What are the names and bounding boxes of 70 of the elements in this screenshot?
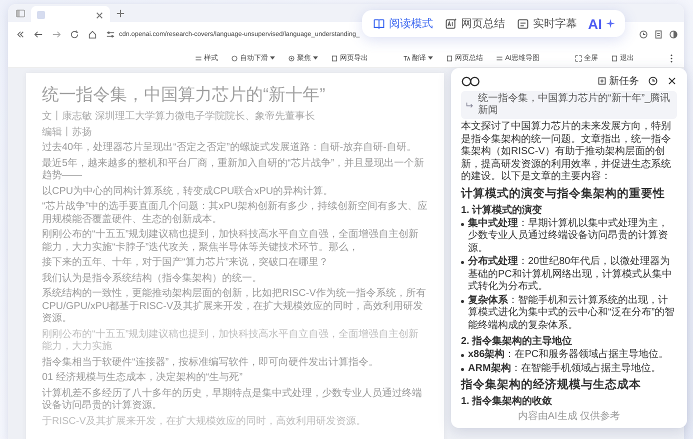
document-icon[interactable] [654, 30, 663, 38]
caret-icon [270, 56, 275, 60]
ai-document-icon [445, 18, 457, 30]
bullet-icon [461, 300, 464, 302]
bullet-icon [461, 222, 464, 226]
history-icon[interactable] [648, 76, 658, 86]
article-paragraph: 刚刚公布的“十五五”规划建议稿也提到，加快科技高水平自立自强，全面增强自主创新能力，大力实施“卡脖子”迭代攻关，聚焦半导体等关键技术环节。那么， [42, 229, 420, 254]
lines-icon [195, 54, 202, 62]
back-icon[interactable] [34, 30, 43, 38]
square-icon [610, 54, 618, 62]
summary-subheading: 2. 指令集架构的主导地位 [461, 334, 574, 348]
article-paragraph: 以CPU为中心的同构计算系统，转变成CPU联合xPU的异构计算。 [42, 186, 334, 198]
article-paragraph: 于RISC-V及其扩展来开发，在扩大规模效应的同时，高效利用研发资源。 [42, 416, 367, 428]
summary-bullet: 复杂体系：智能手机和云计算系统的出现，计算模式进化为集中式的云中心和“泛在分布”的智能终端构成的复杂体系。 [468, 294, 676, 332]
article-paragraph: 我们认为是指令系统结构（指令集架构）的统一。 [42, 272, 263, 285]
summary-heading: 指令集架构的经济规模与生态成本 [461, 377, 642, 392]
sparkle-icon [606, 19, 615, 28]
article-paragraph: 文丨康志敏 深圳理工大学算力微电子学院院长、象帝先董事长 [42, 111, 316, 124]
bullet-icon [461, 261, 464, 264]
caption-icon [517, 18, 529, 30]
return-arrow-icon [466, 101, 474, 109]
site-settings-icon[interactable] [106, 30, 115, 38]
summary-text: 本文探讨了中国算力芯片的未来发展方向，特别是指令集架构的统一问题。文章指出，统一指令集架构（如RISC-V）有助于推动架构层面的创新，提高研发资源的利用效率，并促进生态系统的建设。以下是文章的主要内容： [461, 121, 672, 184]
article-paragraph: 过去40年，处理器芯片呈现出“否定之否定”的螺旋式发展道路：自研-放弃自研-自研。 [42, 142, 418, 154]
caret-icon [428, 56, 434, 60]
square-icon [446, 54, 454, 62]
half-circle-icon[interactable] [669, 30, 678, 38]
bullet-icon [461, 354, 464, 357]
mode-tab[interactable]: AI [584, 14, 619, 34]
new-task-button[interactable]: 新任务 [598, 74, 639, 88]
summary-bullet: 集中式处理：早期计算机以集中式处理为主，少数专业人员通过终端设备访问昂贵的计算资源。 [468, 218, 669, 255]
caret-icon [313, 56, 318, 60]
article-paragraph: “芯片战争”中的选手要直面几个问题：其xPU架构创新有多少，持续创新空间有多大、应用规模能否覆盖硬件、生态的创新成本。 [42, 201, 428, 226]
summary-bullet: 分布式处理：20世纪80年代后，以微处理器为基础的PC和计算机网络出现，计算模式从集中式转化为分布式。 [468, 256, 673, 294]
summary-bullet: x86架构：在PC和服务器领域占据主导地位。 [468, 349, 669, 362]
new-tab-icon[interactable] [116, 8, 125, 18]
summary-subheading: 1. 计算模式的演变 [461, 203, 544, 216]
bullet-icon [461, 368, 464, 370]
summary-heading: 计算模式的演变与指令集架构的重要性 [461, 186, 666, 200]
source-chip[interactable]: 统一指令集，中国算力芯片的“新十年”_腾讯新闻 [461, 91, 677, 119]
article-title: 统一指令集，中国算力芯片的“新十年” [42, 84, 326, 106]
article-paragraph: 01 经济规模与生态成本，决定架构的“生与死” [42, 372, 244, 384]
mode-tab[interactable]: 实时字幕 [512, 12, 582, 35]
article-paragraph: 指令集相当于软硬件“连接器”，按标准编写软件，即可向硬件发出计算指令。 [42, 356, 380, 369]
target-icon [288, 54, 295, 62]
mode-tab[interactable]: 阅读模式 [368, 12, 438, 35]
sidebar-icon[interactable] [16, 8, 25, 18]
summary-subheading: 1. 指令集架构的收敛 [461, 394, 554, 408]
article-paragraph: 计算机差不多经历了八十多年的历史，早期特点是集中式处理，少数专业人员通过终端设备访问昂贵的计算资源。 [42, 388, 423, 412]
lines-icon [496, 54, 504, 62]
disclaimer-text: 内容由AI生成 仅供参考 [516, 410, 622, 423]
article-paragraph: 编辑丨苏扬 [42, 126, 93, 139]
page-icon [37, 11, 45, 19]
plus-square-icon [598, 77, 606, 85]
reload-icon[interactable] [70, 30, 79, 38]
mode-tab[interactable]: 网页总结 [440, 12, 510, 35]
article-paragraph: 接下来的五年、十年，对于国产“算力芯片”来说，突破口在哪里？ [42, 257, 330, 270]
square-icon [331, 54, 338, 62]
clock-icon[interactable] [639, 30, 648, 38]
circle-icon [231, 54, 238, 62]
book-icon [373, 18, 385, 30]
translate-icon [403, 54, 410, 62]
article-paragraph: 系统结构的一致性，更能推动架构层面的创新，比如把RISC-V作为统一指令系统，所有CPU/GPU/xPU都基于RISC-V及其扩展来开发，在扩大规模效应的同时，高效利用研发资源。 [42, 288, 427, 326]
home-icon[interactable] [88, 30, 97, 38]
expand-icon [574, 54, 582, 62]
close-icon[interactable] [667, 76, 677, 86]
article-paragraph: 最近5年，越来越多的整机和平台厂商，重新加入自研的“芯片战争”，并且显现出一个新趋势—— [42, 158, 426, 182]
summary-bullet: ARM架构：在智能手机领域占据主导地位。 [468, 362, 661, 375]
double-chevron-icon[interactable] [16, 30, 25, 38]
article-paragraph: 刚刚公布的“十五五”规划建议稿也提到，加快科技高水平自立自强，全面增强自主创新能力，大力实施 [42, 328, 420, 354]
